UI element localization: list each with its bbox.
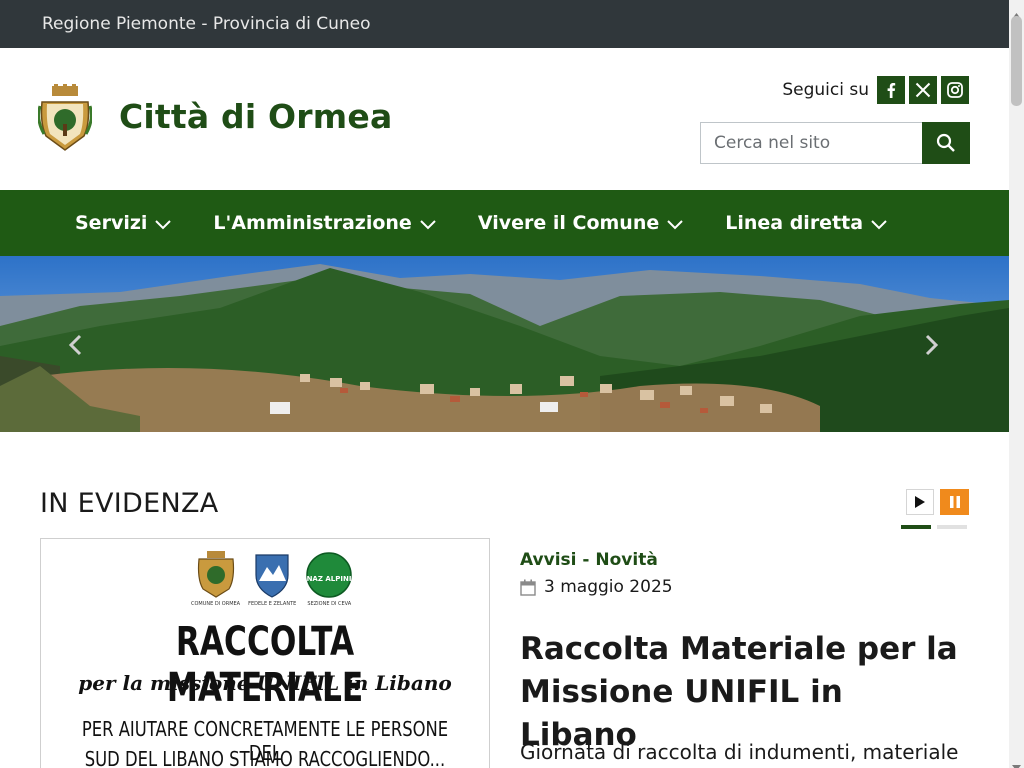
region-link[interactable]: Regione Piemonte - Provincia di Cuneo xyxy=(42,14,371,34)
news-date-text: 3 maggio 2025 xyxy=(544,577,673,597)
alpini-badge-icon: NAZ ALPINI xyxy=(306,552,353,598)
news-headline-link[interactable]: Raccolta Materiale per la Missione UNIFI… xyxy=(520,628,960,757)
calendar-icon xyxy=(520,579,536,596)
nav-item-amministrazione[interactable]: L'Amministrazione xyxy=(213,212,436,234)
poster-logo-alpini: NAZ ALPINI SEZIONE DI CEVA xyxy=(304,551,354,607)
slider-indicator-active[interactable] xyxy=(901,525,931,529)
slider-indicator[interactable] xyxy=(937,525,967,529)
nav-item-label: Linea diretta xyxy=(725,212,864,234)
nav-item-label: Servizi xyxy=(75,212,148,234)
search-input[interactable] xyxy=(700,122,922,164)
poster-logo-label: FEDELE E ZELANTE xyxy=(248,601,297,607)
coat-of-arms-logo[interactable] xyxy=(37,84,93,152)
site-header: Città di Ormea Seguici su xyxy=(0,48,1009,190)
hero-landscape-image xyxy=(0,256,1009,432)
chevron-down-icon xyxy=(420,219,436,229)
coat-of-arms-icon xyxy=(37,84,93,151)
social-label: Seguici su xyxy=(782,80,869,100)
search-icon xyxy=(936,133,955,152)
nav-item-servizi[interactable]: Servizi xyxy=(75,212,172,234)
poster-subtitle: per la missione UNIFIL in Libano xyxy=(78,671,452,695)
site-title[interactable]: Città di Ormea xyxy=(119,97,392,136)
play-icon xyxy=(915,496,925,508)
news-excerpt: Giornata di raccolta di indumenti, mater… xyxy=(520,740,959,764)
facebook-icon xyxy=(887,83,896,98)
facebook-button[interactable] xyxy=(877,76,905,104)
chevron-down-icon xyxy=(155,219,172,229)
news-card-image[interactable]: COMUNE DI ORMEA FEDELE E ZELANTE NAZ ALP… xyxy=(40,538,490,768)
poster-logo-label: SEZIONE DI CEVA xyxy=(307,601,352,607)
coat-of-arms-icon xyxy=(197,551,234,598)
instagram-button[interactable] xyxy=(941,76,969,104)
poster-logo-comune: COMUNE DI ORMEA xyxy=(191,551,240,607)
carousel-prev-button[interactable] xyxy=(64,330,86,360)
scroll-down-arrow[interactable] xyxy=(1012,756,1021,768)
hero-carousel xyxy=(0,256,1009,432)
news-category-link[interactable]: Avvisi - Novità xyxy=(520,550,658,570)
x-twitter-button[interactable] xyxy=(909,76,937,104)
alpini-badge-text: NAZ ALPINI xyxy=(307,575,352,583)
carousel-next-button[interactable] xyxy=(921,330,943,360)
poster-title: RACCOLTA MATERIALE xyxy=(166,619,364,711)
section-title: IN EVIDENZA xyxy=(40,488,219,519)
chevron-left-icon xyxy=(68,334,82,356)
poster-logo-label: COMUNE DI ORMEA xyxy=(191,601,241,607)
main-nav: Servizi L'Amministrazione Vivere il Comu… xyxy=(0,190,1009,256)
chevron-down-icon xyxy=(667,219,683,229)
nav-item-label: L'Amministrazione xyxy=(213,212,412,234)
slider-play-button[interactable] xyxy=(906,489,934,515)
poster-line-2: SUD DEL LIBANO STIAMO RACCOGLIENDO... xyxy=(84,747,446,768)
poster-logos: COMUNE DI ORMEA FEDELE E ZELANTE NAZ ALP… xyxy=(191,551,354,607)
nav-item-vivere-il-comune[interactable]: Vivere il Comune xyxy=(478,212,683,234)
slider-pause-button[interactable] xyxy=(940,489,969,515)
chevron-right-icon xyxy=(925,334,939,356)
page-scrollbar[interactable] xyxy=(1009,0,1024,768)
nav-item-label: Vivere il Comune xyxy=(477,212,660,234)
regiment-shield-icon xyxy=(255,554,289,598)
chevron-down-icon xyxy=(871,219,887,229)
scrollbar-thumb[interactable] xyxy=(1011,16,1022,106)
site-search xyxy=(700,122,970,164)
nav-item-linea-diretta[interactable]: Linea diretta xyxy=(725,212,887,234)
news-date: 3 maggio 2025 xyxy=(520,577,673,597)
search-button[interactable] xyxy=(922,122,970,164)
social-links: Seguici su xyxy=(782,76,969,104)
region-topbar: Regione Piemonte - Provincia di Cuneo xyxy=(0,0,1009,48)
instagram-icon xyxy=(947,82,963,98)
x-twitter-icon xyxy=(915,82,931,98)
poster-logo-fedele: FEDELE E ZELANTE xyxy=(248,551,296,607)
pause-icon xyxy=(949,496,960,508)
